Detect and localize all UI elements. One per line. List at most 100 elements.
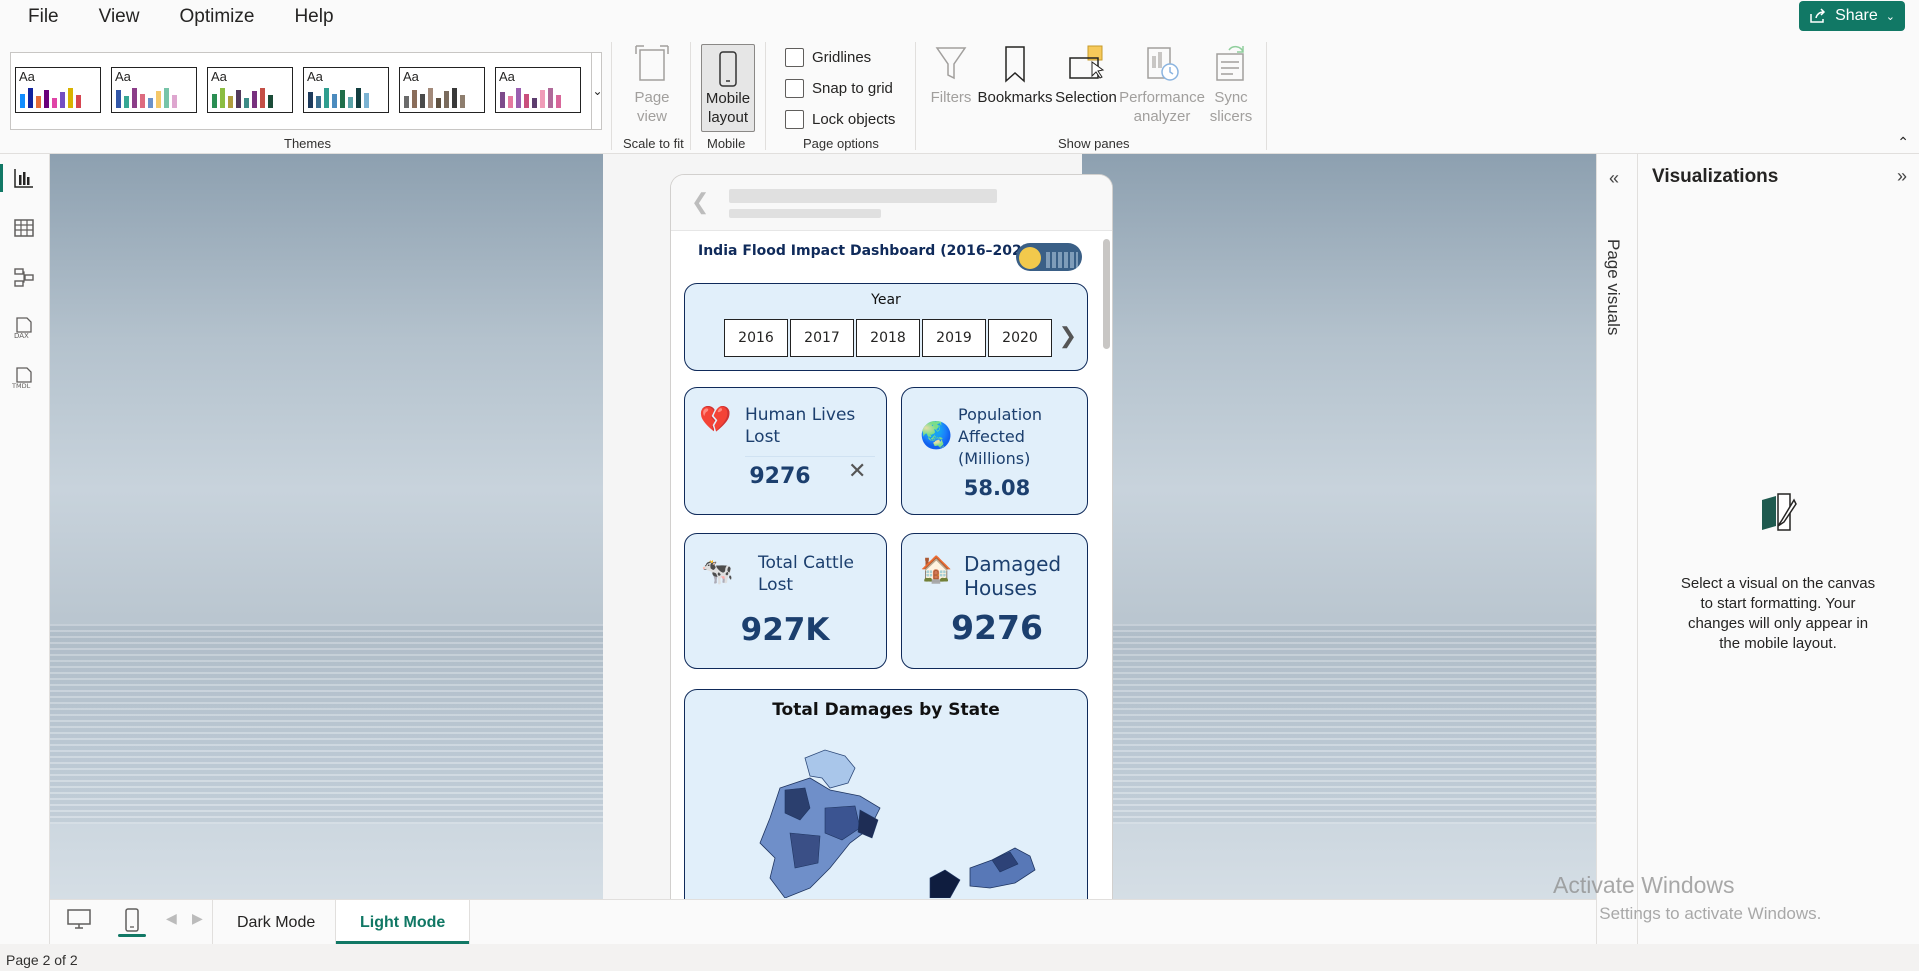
theme-bars [308,88,369,108]
kpi-value: 927K [740,612,830,648]
page-view-button[interactable]: Page view [628,44,676,126]
lock-objects-checkbox[interactable]: Lock objects [785,110,895,129]
performance-analyzer-label: Performance analyzer [1119,89,1205,125]
gridlines-checkbox[interactable]: Gridlines [785,48,871,67]
chevron-right-icon[interactable]: ❯ [1059,323,1077,349]
chevron-down-icon: ⌄ [1885,10,1895,23]
group-label-mobile: Mobile [707,136,746,151]
svg-text:TMDL: TMDL [12,382,31,390]
selection-label: Selection [1055,89,1117,106]
view-switcher: DAX TMDL [0,154,50,944]
map-card[interactable]: Total Damages by State [684,689,1088,899]
menu-help[interactable]: Help [294,0,333,34]
table-view-icon[interactable] [12,216,36,240]
phone-header: ❮ [671,175,1112,231]
menu-bar: File View Optimize Help Share ⌄ [0,0,1919,37]
share-icon [1810,8,1826,23]
filters-label: Filters [930,89,972,106]
header-placeholder [729,209,881,218]
share-button[interactable]: Share ⌄ [1799,1,1905,31]
snap-to-grid-checkbox[interactable]: Snap to grid [785,79,893,98]
lock-objects-label: Lock objects [812,111,896,128]
chevron-left-icon[interactable]: ◀ [166,910,177,927]
year-chip[interactable]: 2019 [922,319,986,357]
mobile-layout-button[interactable]: Mobile layout [701,44,755,132]
group-label-page-options: Page options [803,136,879,151]
themes-more-button[interactable]: ⌄ [591,53,603,129]
chevron-down-icon: ⌄ [592,84,603,98]
layout-active-indicator [118,934,146,937]
year-slicer-label: Year [871,292,901,308]
visualizations-title: Visualizations [1652,166,1779,187]
theme-toggle[interactable] [1016,243,1082,271]
divider [745,456,875,457]
kpi-card-cattle[interactable]: 🐄 Total Cattle Lost 927K [684,533,887,669]
page-tab-light-mode[interactable]: Light Mode [335,900,471,945]
model-view-icon[interactable] [12,266,36,290]
kpi-card-population[interactable]: 🌏 Population Affected (Millions) 58.08 [901,387,1088,515]
bookmarks-button[interactable]: Bookmarks [976,44,1054,107]
theme-swatch[interactable]: Aa [207,67,293,113]
performance-icon [1147,47,1179,81]
theme-swatch[interactable]: Aa [303,67,389,113]
sync-slicers-button[interactable]: Sync slicers [1206,44,1256,126]
kpi-title: Damaged Houses [964,552,1062,600]
map-title: Total Damages by State [772,700,1000,720]
dax-query-icon[interactable]: DAX [12,316,36,340]
india-choropleth-map[interactable] [730,748,1060,898]
theme-swatch[interactable]: Aa [399,67,485,113]
theme-swatch[interactable]: Aa [15,67,101,113]
selection-button[interactable]: Selection [1054,44,1118,107]
scrollbar[interactable] [1103,239,1110,349]
selection-icon [1069,45,1105,79]
page-tab-dark-mode[interactable]: Dark Mode [212,900,341,945]
activate-windows-title: Activate Windows [1553,872,1735,898]
page-count: Page 2 of 2 [6,952,78,968]
close-icon[interactable]: ✕ [848,458,866,484]
mobile-layout-label: Mobile layout [705,90,751,126]
dashboard-title: India Flood Impact Dashboard (2016–2025) [698,243,1038,259]
report-view-icon[interactable] [12,166,36,190]
menu-file[interactable]: File [28,0,59,34]
chevron-right-icon[interactable]: ▶ [192,910,203,927]
themes-gallery: Aa Aa Aa Aa Aa Aa ⌄ [10,52,603,130]
checkbox-box[interactable] [785,110,804,129]
report-canvas[interactable]: ❮ India Flood Impact Dashboard (2016–202… [50,154,1596,899]
menu-view[interactable]: View [98,0,139,37]
theme-swatch[interactable]: Aa [111,67,197,113]
year-chip[interactable]: 2020 [988,319,1052,357]
theme-bars [20,88,81,108]
theme-sample-text: Aa [115,69,131,84]
performance-analyzer-button[interactable]: Performance analyzer [1118,44,1206,126]
menu-optimize[interactable]: Optimize [179,0,254,34]
page-view-icon [635,45,669,81]
kpi-card-lives[interactable]: 💔 Human Lives Lost 9276 ✕ [684,387,887,515]
filters-button[interactable]: Filters [925,44,977,107]
theme-sample-text: Aa [403,69,419,84]
desktop-layout-icon[interactable] [66,908,92,930]
tmdl-view-icon[interactable]: TMDL [12,366,36,390]
theme-bars [116,88,177,108]
checkbox-box[interactable] [785,48,804,67]
sync-slicers-icon [1216,46,1244,81]
collapse-ribbon-icon[interactable]: ⌃ [1897,134,1909,151]
kpi-value: 9276 [951,608,1043,647]
ribbon: Aa Aa Aa Aa Aa Aa ⌄ Themes Page view Sca… [0,34,1919,154]
divider [765,42,766,150]
double-chevron-right-icon[interactable]: » [1897,166,1907,187]
page-visuals-label[interactable]: Page visuals [1603,239,1623,335]
year-chip[interactable]: 2016 [724,319,788,357]
checkbox-box[interactable] [785,79,804,98]
theme-sample-text: Aa [499,69,515,84]
visualizations-pane: Visualizations » Select a visual on the … [1638,154,1919,944]
active-indicator [0,164,3,192]
theme-swatch[interactable]: Aa [495,67,581,113]
double-chevron-left-icon[interactable]: « [1609,168,1619,189]
year-chip[interactable]: 2017 [790,319,854,357]
kpi-card-houses[interactable]: 🏠 Damaged Houses 9276 [901,533,1088,669]
theme-sample-text: Aa [19,69,35,84]
broken-heart-icon: 💔 [699,404,732,434]
phone-layout-icon[interactable] [124,908,140,932]
year-chip[interactable]: 2018 [856,319,920,357]
phone-content: India Flood Impact Dashboard (2016–2025)… [671,231,1112,899]
